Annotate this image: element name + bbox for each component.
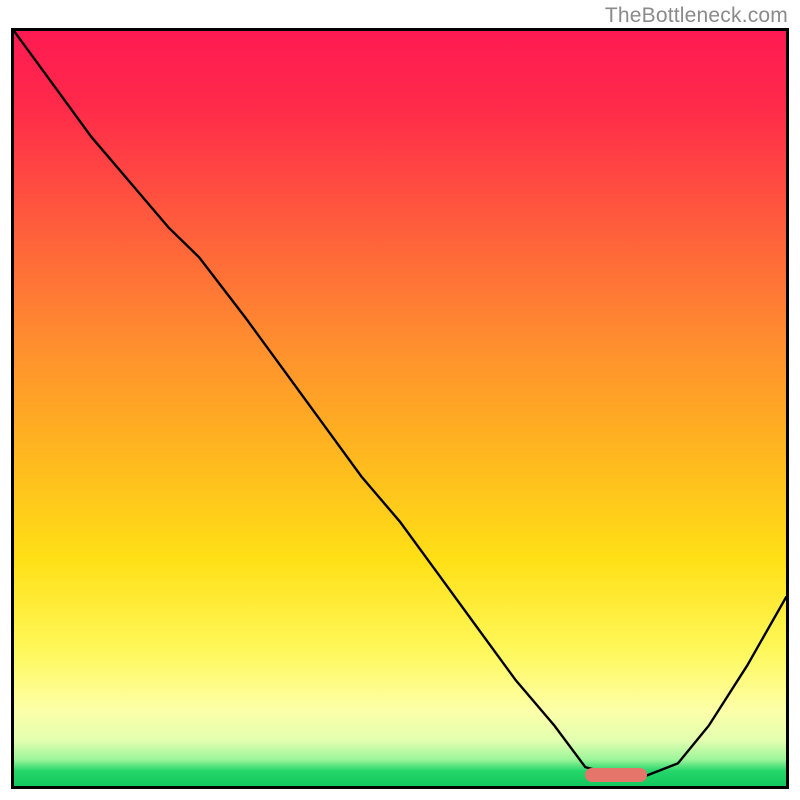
chart-curve [14, 31, 786, 786]
watermark-text: TheBottleneck.com [605, 4, 788, 28]
chart-marker [585, 768, 647, 782]
chart-plot-area [11, 28, 789, 789]
stage: TheBottleneck.com [0, 0, 800, 800]
curve-path [14, 31, 786, 775]
